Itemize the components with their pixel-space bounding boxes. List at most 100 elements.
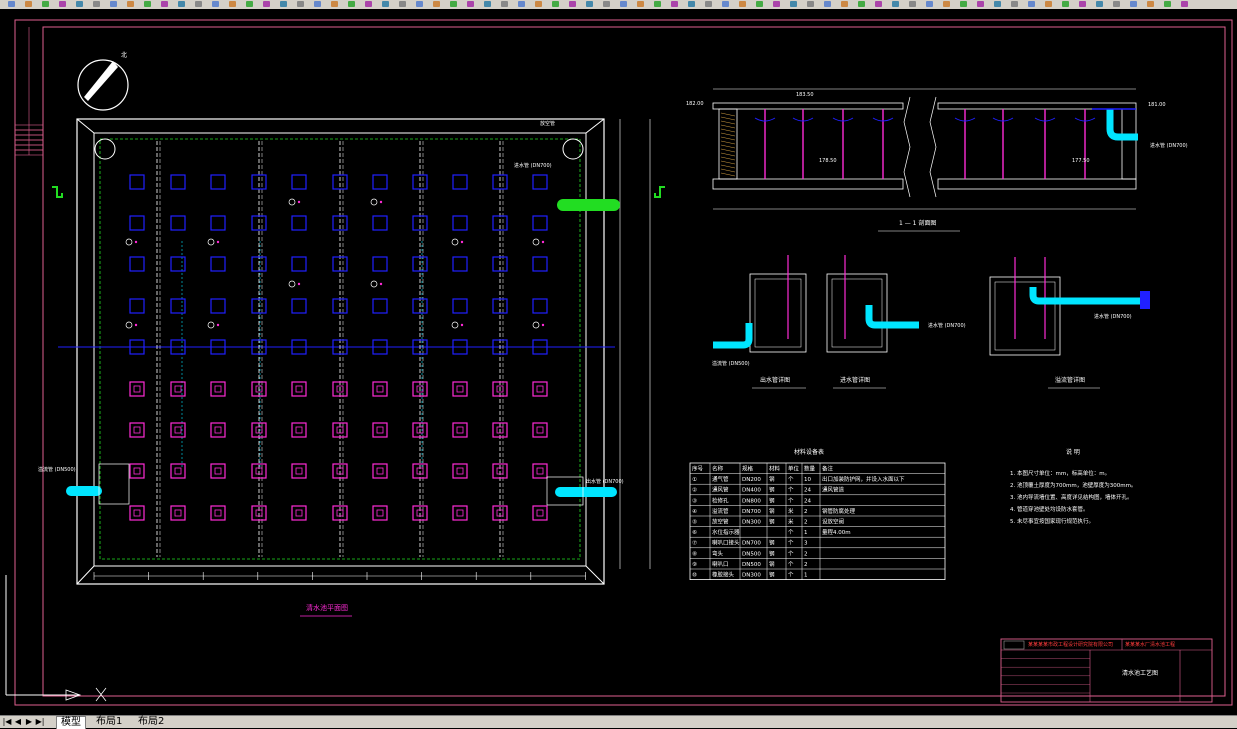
toolbar-icon[interactable]: [25, 1, 32, 7]
toolbar-icon[interactable]: [858, 1, 865, 7]
toolbar-icon[interactable]: [960, 1, 967, 7]
toolbar-icon[interactable]: [518, 1, 525, 7]
column-square: [372, 298, 388, 314]
tab-model[interactable]: 模型: [56, 716, 86, 729]
next-tab-button[interactable]: ▶: [24, 717, 34, 727]
toolbar-icon[interactable]: [59, 1, 66, 7]
table-cell: 个: [788, 497, 794, 504]
toolbar-icon[interactable]: [433, 1, 440, 7]
toolbar-icon[interactable]: [382, 1, 389, 7]
column-inner: [295, 385, 303, 393]
toolbar-icon[interactable]: [994, 1, 1001, 7]
table-cell: 钢: [769, 475, 775, 483]
toolbar-icon[interactable]: [892, 1, 899, 7]
toolbar-icon[interactable]: [416, 1, 423, 7]
toolbar-icon[interactable]: [93, 1, 100, 7]
vent-marker: [370, 280, 378, 288]
vent-dot: [134, 240, 138, 244]
toolbar-icon[interactable]: [807, 1, 814, 7]
toolbar-icon[interactable]: [331, 1, 338, 7]
toolbar-icon[interactable]: [977, 1, 984, 7]
toolbar-icon[interactable]: [688, 1, 695, 7]
toolbar-icon[interactable]: [8, 1, 15, 7]
toolbar-icon[interactable]: [756, 1, 763, 7]
toolbar-icon[interactable]: [1164, 1, 1171, 7]
toolbar-icon[interactable]: [76, 1, 83, 7]
table-cell: 放空管: [712, 518, 729, 526]
toolbar-icon[interactable]: [620, 1, 627, 7]
toolbar-icon[interactable]: [263, 1, 270, 7]
column-square: [291, 174, 307, 190]
first-tab-button[interactable]: |◀: [2, 717, 12, 727]
toolbar-icon[interactable]: [1147, 1, 1154, 7]
toolbar-icon[interactable]: [1028, 1, 1035, 7]
toolbar-icon[interactable]: [1011, 1, 1018, 7]
toolbar-icon[interactable]: [909, 1, 916, 7]
toolbar-icon[interactable]: [467, 1, 474, 7]
column-square: [210, 505, 226, 521]
table-cell: ⑨: [692, 561, 697, 568]
title-block: [1000, 638, 1213, 703]
toolbar-icon[interactable]: [348, 1, 355, 7]
toolbar-icon[interactable]: [1096, 1, 1103, 7]
toolbar-icon[interactable]: [110, 1, 117, 7]
outlet-detail-pipe: [713, 323, 753, 349]
toolbar-icon[interactable]: [705, 1, 712, 7]
toolbar-icon[interactable]: [824, 1, 831, 7]
toolbar-icon[interactable]: [246, 1, 253, 7]
toolbar-icon[interactable]: [365, 1, 372, 7]
toolbar-icon[interactable]: [1045, 1, 1052, 7]
toolbar-icon[interactable]: [280, 1, 287, 7]
toolbar-icon[interactable]: [586, 1, 593, 7]
toolbar-icon[interactable]: [42, 1, 49, 7]
toolbar-icon[interactable]: [144, 1, 151, 7]
toolbar-icon[interactable]: [1079, 1, 1086, 7]
toolbar-icon[interactable]: [212, 1, 219, 7]
toolbar-icon[interactable]: [1181, 1, 1188, 7]
column-square: [372, 505, 388, 521]
toolbar-icon[interactable]: [773, 1, 780, 7]
outlet-detail-box: [749, 273, 807, 353]
toolbar-icon[interactable]: [178, 1, 185, 7]
toolbar-icon[interactable]: [875, 1, 882, 7]
toolbar-icon[interactable]: [297, 1, 304, 7]
toolbar-icon[interactable]: [314, 1, 321, 7]
tab-layout-1[interactable]: 布局1: [92, 716, 126, 728]
toolbar-icon[interactable]: [637, 1, 644, 7]
toolbar-icon[interactable]: [722, 1, 729, 7]
toolbar-icon[interactable]: [552, 1, 559, 7]
section-roof: [937, 102, 1137, 110]
toolbar-icon[interactable]: [161, 1, 168, 7]
toolbar-icon[interactable]: [841, 1, 848, 7]
toolbar-icon[interactable]: [671, 1, 678, 7]
tab-layout-2[interactable]: 布局2: [134, 716, 168, 728]
toolbar-icon[interactable]: [229, 1, 236, 7]
column-inner: [133, 509, 141, 517]
toolbar-icon[interactable]: [654, 1, 661, 7]
drawing-canvas[interactable]: 清水池平面图 1 — 1 剖面图 出水管详图 进水管详图 溢流管详图 北 进水管…: [0, 9, 1237, 715]
toolbar-icon[interactable]: [569, 1, 576, 7]
table-cell: 出口加装防护网，并设入水面以下: [822, 475, 905, 483]
last-tab-button[interactable]: ▶|: [35, 717, 45, 727]
toolbar-icon[interactable]: [790, 1, 797, 7]
toolbar-icon[interactable]: [926, 1, 933, 7]
wall-hatch: [720, 160, 736, 165]
toolbar-icon[interactable]: [1113, 1, 1120, 7]
toolbar-icon[interactable]: [195, 1, 202, 7]
toolbar-icon[interactable]: [450, 1, 457, 7]
toolbar-icon[interactable]: [739, 1, 746, 7]
toolbar-icon[interactable]: [127, 1, 134, 7]
column-square: [452, 174, 468, 190]
toolbar-icon[interactable]: [1130, 1, 1137, 7]
toolbar-icon[interactable]: [484, 1, 491, 7]
overflow-detail-box: [989, 276, 1061, 356]
toolbar-icon[interactable]: [1062, 1, 1069, 7]
material-table: 序号 名称 规格 材料 单位 数量 备注① 通气管 DN200 钢个 10 出口加装防护网，并设入水面…: [692, 465, 905, 579]
toolbar-icon[interactable]: [535, 1, 542, 7]
toolbar-icon[interactable]: [399, 1, 406, 7]
table-cell: DN500: [742, 551, 761, 557]
toolbar-icon[interactable]: [501, 1, 508, 7]
toolbar-icon[interactable]: [603, 1, 610, 7]
toolbar-icon[interactable]: [943, 1, 950, 7]
prev-tab-button[interactable]: ◀: [13, 717, 23, 727]
